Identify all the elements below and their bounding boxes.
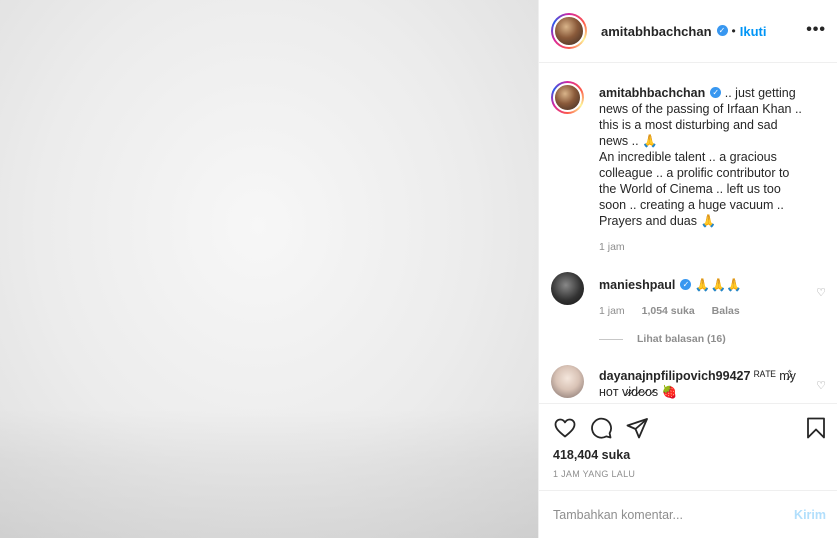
add-comment-bar: Kirim <box>539 491 837 538</box>
reply-button[interactable]: Balas <box>712 305 740 317</box>
comment-item: manieshpaul ✓ 🙏🙏🙏 1 jam 1,054 suka Balas … <box>551 272 826 322</box>
author-avatar[interactable] <box>551 13 587 49</box>
comment-like-icon[interactable]: ♡ <box>816 379 826 392</box>
verified-badge-icon: ✓ <box>716 24 728 36</box>
replies-divider <box>599 338 623 340</box>
verified-badge-icon: ✓ <box>710 87 722 99</box>
comment-likes[interactable]: 1,054 suka <box>642 305 695 317</box>
caption-meta: 1 jam <box>599 239 804 255</box>
post-timestamp[interactable]: 1 JAM YANG LALU <box>553 469 635 479</box>
commenter-avatar[interactable] <box>551 365 584 398</box>
more-options-icon[interactable]: ••• <box>806 21 826 39</box>
comments-list[interactable]: amitabhbachchan ✓ .. just getting news of… <box>539 63 837 403</box>
heart-icon[interactable] <box>553 416 577 440</box>
post-side-panel: amitabhbachchan ✓ • Ikuti ••• amitabhbac… <box>538 0 837 538</box>
comment-icon[interactable] <box>589 416 613 440</box>
verified-badge-icon: ✓ <box>680 279 692 291</box>
comment-like-icon[interactable]: ♡ <box>816 286 826 299</box>
caption: amitabhbachchan ✓ .. just getting news of… <box>551 81 826 261</box>
bookmark-icon[interactable] <box>804 416 828 440</box>
follow-button[interactable]: Ikuti <box>740 24 767 39</box>
comment-time[interactable]: 1 jam <box>599 305 625 317</box>
comment-meta: 1 jam 1,054 suka Balas <box>599 303 804 319</box>
caption-avatar[interactable] <box>551 81 584 114</box>
view-replies-label: Lihat balasan (16) <box>637 333 726 345</box>
likes-count[interactable]: 418,404 suka <box>553 448 630 462</box>
post-actions: 418,404 suka 1 JAM YANG LALU <box>539 403 837 491</box>
separator-dot: • <box>731 24 736 38</box>
caption-time[interactable]: 1 jam <box>599 241 625 253</box>
post-media[interactable] <box>0 0 538 538</box>
comment-username[interactable]: manieshpaul <box>599 278 675 292</box>
caption-text: amitabhbachchan ✓ .. just getting news of… <box>599 85 804 229</box>
author-username[interactable]: amitabhbachchan <box>601 24 712 39</box>
media-floor-shade <box>0 408 538 538</box>
comment-username[interactable]: dayanajnpfilipovich99427 <box>599 369 750 383</box>
commenter-avatar[interactable] <box>551 272 584 305</box>
post-comment-button[interactable]: Kirim <box>794 508 826 522</box>
comment-item: dayanajnpfilipovich99427 ᴿᴬᵀᴱ m̷̐y ʜᴏᴛ v… <box>551 365 826 403</box>
comment-text: 🙏🙏🙏 <box>694 278 742 292</box>
caption-line-2: An incredible talent .. a gracious colle… <box>599 150 790 228</box>
share-icon[interactable] <box>625 416 649 440</box>
comment-input[interactable] <box>553 507 783 522</box>
post-header: amitabhbachchan ✓ • Ikuti ••• <box>539 0 837 63</box>
caption-username[interactable]: amitabhbachchan <box>599 86 705 100</box>
view-replies-button[interactable]: Lihat balasan (16) <box>599 333 726 345</box>
